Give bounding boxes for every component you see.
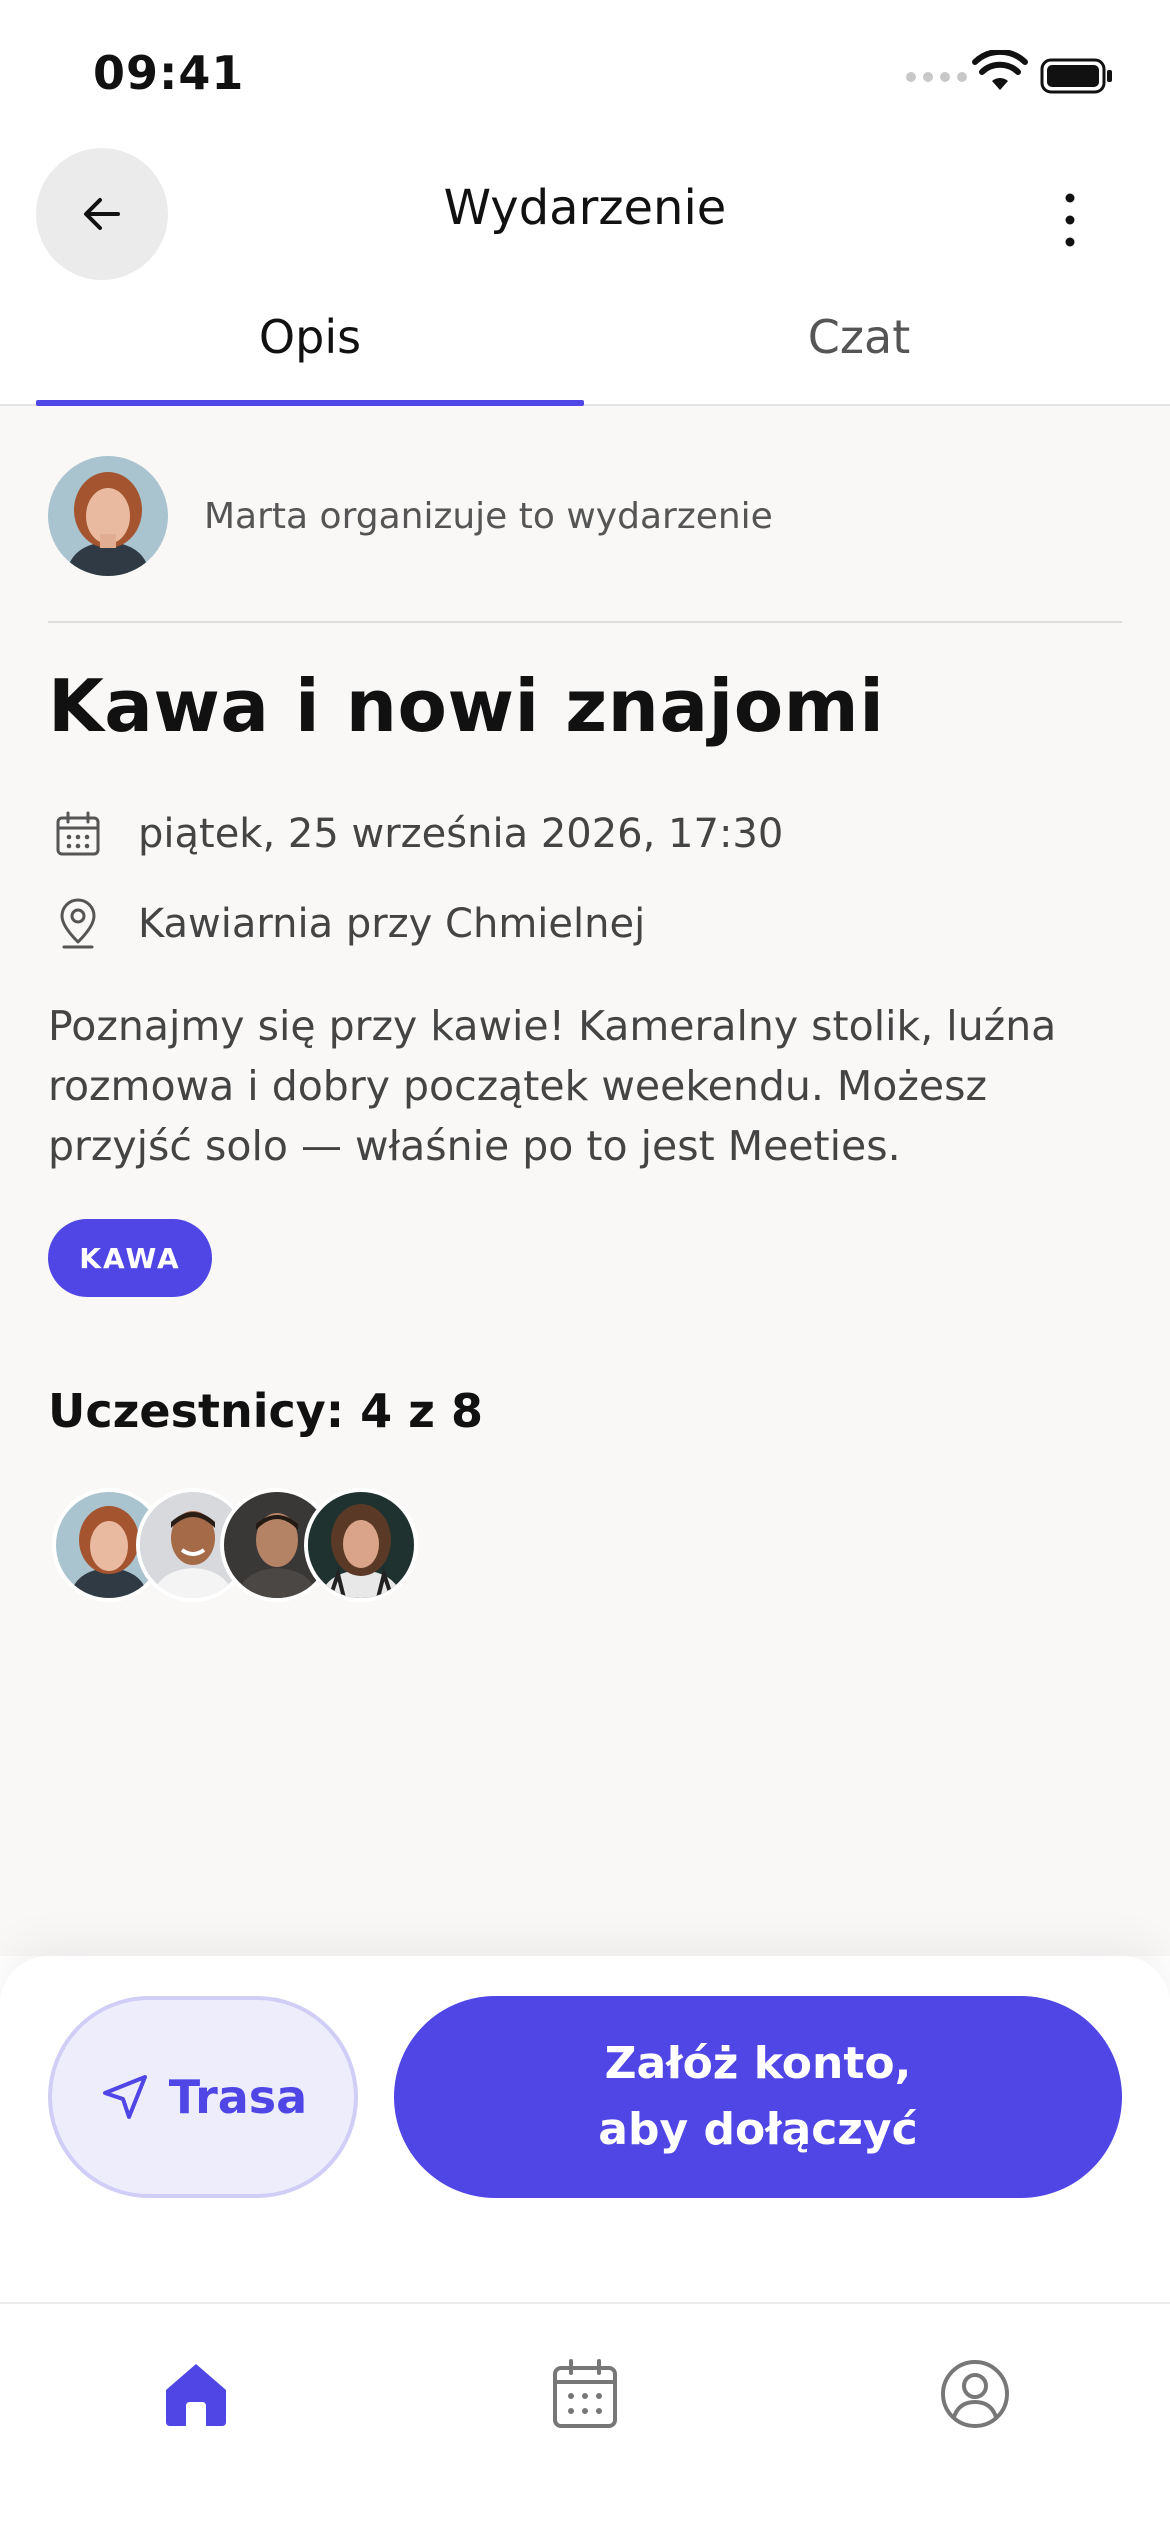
page-title: Wydarzenie [443,180,727,236]
create-account-to-join-button[interactable]: Załóż konto, aby dołączyć [394,1996,1122,2198]
location-pin-icon [48,894,108,954]
more-vertical-icon [1065,193,1075,247]
calendar-icon [553,2359,617,2428]
cellular-signal-icon [906,72,967,82]
join-button-line2: aby dołączyć [598,2104,918,2155]
participants-avatars[interactable] [52,1488,452,1602]
status-time: 09:41 [93,46,245,100]
tab-profile[interactable] [935,2354,1015,2434]
bottom-tab-bar [0,2304,1170,2532]
join-button-line1: Załóż konto, [604,2038,912,2089]
event-datetime: piątek, 25 września 2026, 17:30 [138,811,784,857]
event-place: Kawiarnia przy Chmielnej [138,901,646,947]
organizer-row: Marta organizuje to wydarzenie [48,456,773,576]
tab-czat[interactable]: Czat [585,310,1133,364]
header: Wydarzenie [0,140,1170,280]
navigation-arrow-icon [102,2075,147,2119]
participant-avatar[interactable] [304,1488,418,1602]
tab-opis[interactable]: Opis [36,310,584,364]
category-tag[interactable]: KAWA [48,1219,212,1297]
tab-home[interactable] [156,2354,236,2434]
home-icon [166,2364,226,2426]
wifi-icon [972,50,1028,90]
route-button-label: Trasa [168,2070,308,2124]
event-description: Poznajmy się przy kawie! Kameralny stoli… [48,1002,1057,1170]
more-options-button[interactable] [1030,180,1110,260]
bottom-action-sheet: Trasa Załóż konto, aby dołączyć [0,1956,1170,2304]
calendar-icon [48,804,108,864]
divider [48,621,1122,623]
event-screen: 09:41 Wydarzenie Opis Czat Marta organiz… [0,0,1170,2532]
tab-bar-top: Opis Czat [0,290,1170,406]
organizer-text: Marta organizuje to wydarzenie [204,495,773,537]
status-bar: 09:41 [0,0,1170,140]
route-button[interactable]: Trasa [48,1996,358,2198]
battery-icon [1040,58,1112,94]
participants-title: Uczestnicy: 4 z 8 [48,1384,483,1438]
organizer-avatar[interactable] [48,456,168,576]
event-details: Marta organizuje to wydarzenie Kawa i no… [0,406,1170,1956]
event-title: Kawa i nowi znajomi [48,664,885,748]
tab-calendar[interactable] [545,2354,625,2434]
event-place-row: Kawiarnia przy Chmielnej [48,894,645,954]
event-datetime-row: piątek, 25 września 2026, 17:30 [48,804,783,864]
profile-icon [941,2360,1009,2428]
